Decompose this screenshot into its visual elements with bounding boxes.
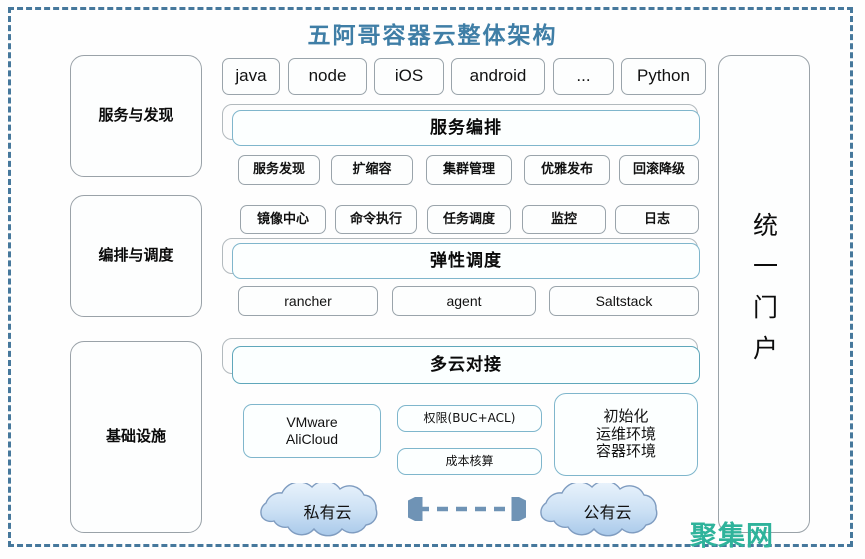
chip-ellipsis[interactable]: ... (553, 58, 614, 95)
chip-permission-buc-acl[interactable]: 权限(BUC+ACL) (397, 405, 542, 432)
chip-label: node (308, 66, 347, 86)
chip-monitoring[interactable]: 监控 (522, 205, 606, 234)
bar-elastic-scheduling[interactable]: 弹性调度 (232, 243, 700, 279)
chip-env-initialization[interactable]: 初始化 运维环境 容器环境 (554, 393, 698, 476)
chip-label: 回滚降级 (632, 162, 685, 178)
category-infrastructure[interactable]: 基础设施 (70, 341, 202, 533)
chip-label: ... (576, 66, 591, 86)
bar-multicloud-connect[interactable]: 多云对接 (232, 346, 700, 384)
cloud-icon (540, 480, 658, 537)
category-label: 基础设施 (105, 427, 166, 446)
chip-label: 任务调度 (442, 211, 495, 227)
chip-label: 权限(BUC+ACL) (423, 411, 516, 426)
public-cloud[interactable]: 公有云 (520, 480, 695, 539)
chip-label: VMware AliCloud (285, 414, 339, 447)
chip-rollback-degrade[interactable]: 回滚降级 (619, 155, 699, 185)
chip-rancher[interactable]: rancher (238, 286, 378, 316)
chip-node[interactable]: node (288, 58, 367, 95)
chip-image-registry[interactable]: 镜像中心 (240, 205, 326, 234)
chip-label: 成本核算 (445, 454, 494, 469)
chip-saltstack[interactable]: Saltstack (549, 286, 699, 316)
chip-label: Python (637, 66, 690, 86)
chip-logging[interactable]: 日志 (615, 205, 699, 234)
unified-portal-panel[interactable]: 统一门户 (718, 55, 810, 533)
cloud-link-arrow (408, 497, 526, 521)
category-label: 服务与发现 (98, 106, 174, 125)
chip-graceful-release[interactable]: 优雅发布 (524, 155, 610, 185)
chip-label: 命令执行 (349, 211, 402, 227)
chip-vmware-alicloud[interactable]: VMware AliCloud (243, 404, 381, 458)
chip-label: 监控 (550, 211, 577, 227)
chip-python[interactable]: Python (621, 58, 706, 95)
chip-ios[interactable]: iOS (374, 58, 444, 95)
category-orchestration-scheduling[interactable]: 编排与调度 (70, 195, 202, 317)
chip-service-discovery[interactable]: 服务发现 (238, 155, 320, 185)
chip-java[interactable]: java (222, 58, 280, 95)
chip-label: agent (446, 292, 482, 309)
chip-task-scheduling[interactable]: 任务调度 (427, 205, 511, 234)
chip-agent[interactable]: agent (392, 286, 536, 316)
chip-label: 集群管理 (442, 162, 495, 178)
chip-label: java (235, 66, 267, 86)
architecture-diagram: 五阿哥容器云整体架构 服务与发现 编排与调度 基础设施 统一门户 java no… (0, 0, 865, 559)
bar-service-orchestration[interactable]: 服务编排 (232, 110, 700, 146)
chip-label: 初始化 运维环境 容器环境 (595, 406, 656, 461)
cloud-icon (260, 480, 378, 537)
chip-label: 优雅发布 (540, 162, 593, 178)
chip-cost-accounting[interactable]: 成本核算 (397, 448, 542, 475)
chip-label: 服务发现 (252, 162, 305, 178)
chip-label: rancher (284, 292, 332, 309)
chip-label: 镜像中心 (256, 211, 309, 227)
chip-android[interactable]: android (451, 58, 545, 95)
chip-label: android (469, 66, 527, 86)
bar-label: 多云对接 (430, 354, 502, 375)
chip-label: 扩缩容 (352, 162, 392, 178)
site-watermark: 聚集网 (690, 521, 774, 552)
unified-portal-label: 统一门户 (749, 212, 779, 376)
category-label: 编排与调度 (98, 246, 174, 265)
chip-cluster-management[interactable]: 集群管理 (426, 155, 512, 185)
bar-label: 服务编排 (430, 117, 502, 138)
bar-label: 弹性调度 (430, 250, 502, 271)
page-title: 五阿哥容器云整体架构 (307, 22, 558, 49)
category-service-discovery[interactable]: 服务与发现 (70, 55, 202, 177)
chip-label: 日志 (643, 211, 670, 227)
chip-label: Saltstack (595, 292, 653, 309)
private-cloud[interactable]: 私有云 (240, 480, 415, 539)
chip-scaling[interactable]: 扩缩容 (331, 155, 413, 185)
chip-command-exec[interactable]: 命令执行 (335, 205, 417, 234)
chip-label: iOS (394, 66, 424, 86)
